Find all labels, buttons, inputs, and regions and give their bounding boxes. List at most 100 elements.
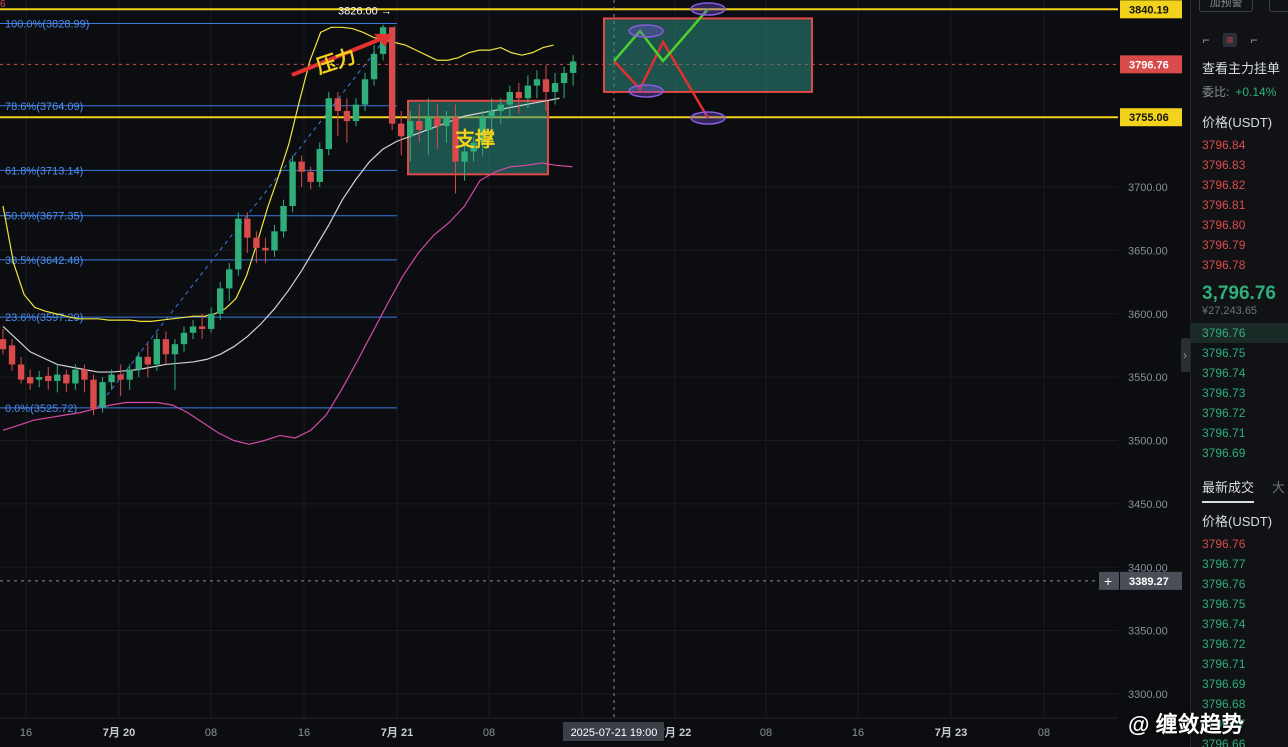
- ask-row[interactable]: 3796.82: [1191, 175, 1288, 195]
- candle-body: [542, 79, 550, 92]
- layout-icon[interactable]: ⌐: [1247, 33, 1261, 47]
- tab-latest-trades[interactable]: 最新成交: [1202, 477, 1255, 503]
- order-book-panel: 加预警 ⌐ ≡ ⌐ 查看主力挂单 委比: +0.14% 价格(USDT) 3796…: [1190, 0, 1288, 747]
- bid-row[interactable]: 3796.72: [1191, 403, 1288, 423]
- candle-body: [488, 110, 495, 118]
- candle-body: [198, 326, 206, 329]
- fib-label: 50.0%(3677.35): [5, 211, 83, 223]
- select-icon[interactable]: ⌐: [1199, 33, 1213, 47]
- bid-row[interactable]: 3796.71: [1191, 423, 1288, 443]
- ask-row[interactable]: 3796.84: [1191, 135, 1288, 155]
- ask-row[interactable]: 3796.78: [1191, 255, 1288, 275]
- ask-list: 3796.84 3796.83 3796.82 3796.81 3796.80 3796.…: [1191, 135, 1288, 275]
- fib-label: 78.6%(3764.09): [5, 101, 83, 113]
- candle-body: [8, 345, 16, 365]
- price-axis-tick: 3650.00: [1128, 245, 1168, 257]
- candle-body: [207, 313, 215, 329]
- time-axis-tick: 7月 21: [381, 726, 413, 739]
- add-alert-button[interactable]: 加预警: [1199, 0, 1253, 12]
- current-price-tag: 3796.76: [1129, 59, 1169, 71]
- candle-body: [361, 79, 369, 105]
- view-main-orders-link[interactable]: 查看主力挂单: [1191, 52, 1288, 77]
- tab-large-trades[interactable]: 大: [1272, 477, 1285, 503]
- candle: [235, 212, 242, 276]
- bid-row[interactable]: 3796.74: [1191, 363, 1288, 383]
- peak-price-label: 3826.00 →: [338, 6, 392, 18]
- projection-node-marker: [628, 84, 664, 98]
- candle-body: [271, 231, 278, 251]
- candle-body: [289, 161, 296, 207]
- candle-body: [334, 98, 342, 111]
- candle-body: [217, 288, 224, 314]
- fib-label: 23.6%(3597.29): [5, 312, 83, 324]
- trade-row: 3796.75: [1202, 597, 1246, 611]
- price-axis-tick: 3550.00: [1128, 372, 1168, 384]
- candle-body: [325, 98, 332, 149]
- chart-background: [0, 0, 1190, 747]
- trades-price-header: 价格(USDT): [1202, 514, 1273, 529]
- orderbook-view-icon[interactable]: ≡: [1223, 33, 1237, 47]
- candle-body: [461, 151, 468, 162]
- trade-row: 3796.69: [1202, 677, 1246, 691]
- chart-canvas[interactable]: 100.0%(3828.99) 78.6%(3764.09) 61.8%(3713.…: [0, 0, 1190, 747]
- ask-row[interactable]: 3796.79: [1191, 235, 1288, 255]
- candle-body: [515, 91, 523, 99]
- orderbook-price-header: 价格(USDT): [1202, 115, 1273, 130]
- candle-body: [180, 332, 188, 345]
- bid-list: 3796.76 3796.75 3796.74 3796.73 3796.72 3796.…: [1191, 323, 1288, 463]
- candle: [325, 91, 332, 156]
- candle-body: [352, 104, 360, 122]
- panel-toolbar: ⌐ ≡ ⌐: [1191, 28, 1288, 52]
- candle-body: [551, 83, 559, 92]
- fib-label: 100.0%(3828.99): [5, 19, 89, 31]
- hover-price-tag: 3389.27: [1129, 576, 1169, 588]
- price-chart[interactable]: 100.0%(3828.99) 78.6%(3764.09) 61.8%(3713.…: [0, 0, 1190, 747]
- candle-body: [135, 356, 142, 370]
- bid-row[interactable]: 3796.73: [1191, 383, 1288, 403]
- candle-body: [153, 339, 161, 365]
- candle-body: [171, 344, 179, 355]
- candle-body: [45, 375, 52, 381]
- top-left-mark: 6: [0, 0, 6, 10]
- time-axis-tick: 08: [1038, 727, 1050, 739]
- trade-row: 3796.72: [1202, 637, 1246, 651]
- time-axis-tick: 08: [483, 727, 495, 739]
- panel-extra-button[interactable]: [1269, 0, 1288, 12]
- projection-node-marker: [628, 24, 664, 38]
- trades-tabs: 最新成交 大: [1191, 463, 1288, 503]
- candle-body: [407, 121, 414, 137]
- support-label: 支撑: [455, 127, 495, 151]
- bid-row[interactable]: 3796.75: [1191, 343, 1288, 363]
- candle-body: [235, 218, 242, 270]
- bid-row[interactable]: 3796.76: [1191, 323, 1288, 343]
- time-axis-tick: 08: [760, 727, 772, 739]
- candle-body: [506, 91, 513, 105]
- ratio-label: 委比:: [1202, 85, 1230, 99]
- candle-body: [63, 374, 70, 384]
- time-axis-tick: 16: [852, 727, 864, 739]
- projection-node-marker: [690, 111, 726, 125]
- plus-icon: +: [1104, 573, 1112, 589]
- price-axis-tick: 3600.00: [1128, 309, 1168, 321]
- ask-row[interactable]: 3796.83: [1191, 155, 1288, 175]
- candle-body: [262, 247, 269, 251]
- ask-row[interactable]: 3796.80: [1191, 215, 1288, 235]
- trade-row: 3796.76: [1202, 537, 1246, 551]
- trade-row: 3796.76: [1202, 577, 1246, 591]
- candle-body: [26, 377, 34, 384]
- candle-body: [54, 374, 61, 381]
- candle-body: [162, 339, 170, 355]
- price-axis-tick: 3700.00: [1128, 182, 1168, 194]
- last-price-cny: ¥27,243.65: [1202, 305, 1258, 317]
- ask-row[interactable]: 3796.81: [1191, 195, 1288, 215]
- chevron-right-icon: ›: [1183, 348, 1187, 362]
- candle-body: [560, 72, 568, 84]
- candle: [316, 142, 323, 187]
- candle: [99, 377, 106, 413]
- candle-body: [298, 161, 305, 172]
- candle-body: [307, 171, 314, 182]
- candle-body: [244, 218, 251, 238]
- candle-body: [144, 356, 151, 365]
- bid-row[interactable]: 3796.69: [1191, 443, 1288, 463]
- candle-body: [253, 237, 260, 248]
